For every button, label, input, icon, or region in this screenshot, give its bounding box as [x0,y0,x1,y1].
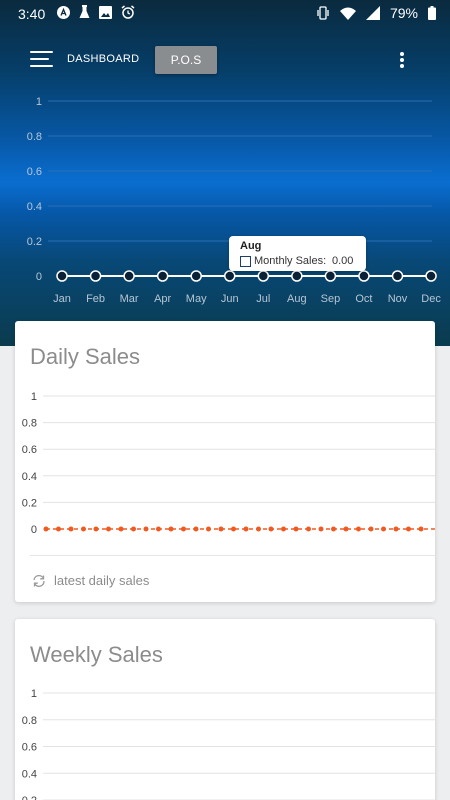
x-tick-label: Nov [388,293,408,305]
data-point [68,526,74,532]
y-tick-label: 0.6 [22,742,37,754]
x-tick-label: Feb [86,293,105,305]
data-point [243,526,249,532]
header-panel: 3:40 79% DASHBOARD P.O.S 0 0.2 0.4 0.6 0… [0,0,450,346]
data-point [281,526,286,532]
data-point [343,526,349,532]
data-point [106,526,111,532]
y-tick-label: 0.2 [22,795,37,800]
data-point [224,270,236,282]
data-point [393,526,399,532]
data-point [391,270,404,282]
y-tick-label: 0.6 [22,444,37,456]
y-tick-label: 0.8 [22,715,37,727]
x-tick-label: Mar [120,293,139,305]
data-point [293,526,299,532]
weekly-sales-card: Weekly Sales 0.20.40.60.81 [15,619,435,800]
x-tick-label: Aug [287,293,307,305]
data-point [268,526,274,532]
data-point [318,526,324,532]
y-tick-label: 0.8 [27,131,42,143]
daily-sales-chart: 0 0.2 0.4 0.6 0.8 1 [22,391,435,536]
data-point [231,526,236,532]
tooltip-series-swatch [240,256,251,267]
chart-tooltip: Aug Monthly Sales: 0.00 [229,236,366,271]
y-tick-label: 0.4 [22,471,37,483]
data-point [89,270,102,282]
data-point [206,526,211,532]
data-point [331,526,336,532]
data-point [306,526,311,532]
x-tick-label: Jun [221,293,239,305]
data-point [43,526,49,532]
monthly-sales-chart: 0 0.2 0.4 0.6 0.8 1 Jan Feb Mar Apr May Jun Jul Aug Se… [27,96,442,305]
data-point [143,526,149,532]
app-root: 3:40 79% DASHBOARD P.O.S 0 0.2 0.4 0.6 0… [0,0,450,800]
daily-sales-footer-text: latest daily sales [54,573,150,588]
y-tick-label: 0.8 [22,418,37,430]
y-tick-label: 1 [31,391,37,403]
data-point [156,270,169,282]
data-point [93,526,99,532]
tooltip-value: 0.00 [332,255,354,267]
data-point [123,270,135,282]
x-tick-label: Sep [321,293,341,305]
data-point [291,270,303,282]
tooltip-title: Aug [240,240,262,252]
y-tick-label: 0 [31,524,37,536]
data-point [81,526,86,532]
tooltip-series-label: Monthly Sales: [254,255,327,267]
refresh-icon[interactable] [31,574,47,588]
data-point [356,526,361,532]
y-tick-label: 0 [36,271,42,283]
x-tick-label: Jan [53,293,71,305]
data-point [425,270,437,282]
daily-sales-footer: latest daily sales [31,573,149,588]
data-point [118,526,124,532]
data-point [324,270,337,282]
y-tick-label: 0.4 [22,768,37,780]
x-tick-label: Apr [154,293,171,305]
data-point [168,526,174,532]
data-point [131,526,136,532]
data-point [181,526,186,532]
card-divider [30,555,435,556]
x-tick-label: May [186,293,207,305]
x-tick-label: Jul [256,293,270,305]
data-point [418,526,424,532]
daily-sales-card: Daily Sales 0 0.2 0.4 0.6 0.8 1 latest daily … [15,321,435,602]
x-tick-label: Oct [355,293,372,305]
y-tick-label: 0.2 [22,497,37,509]
y-tick-label: 1 [31,688,37,700]
data-point [358,270,370,282]
data-point [193,526,199,532]
data-point [56,526,61,532]
data-point [257,270,270,282]
y-tick-label: 0.6 [27,166,42,178]
data-point [381,526,386,532]
data-point [56,270,68,282]
data-point [218,526,224,532]
weekly-sales-chart: 0.2 0.4 0.6 0.8 1 [22,688,435,800]
data-point [156,526,161,532]
data-point [406,526,411,532]
y-tick-label: 0.4 [27,201,42,213]
data-point [256,526,261,532]
y-tick-label: 0.2 [27,236,42,248]
x-tick-label: Dec [421,293,441,305]
data-point [190,270,202,282]
y-tick-label: 1 [36,96,42,108]
data-point [368,526,374,532]
